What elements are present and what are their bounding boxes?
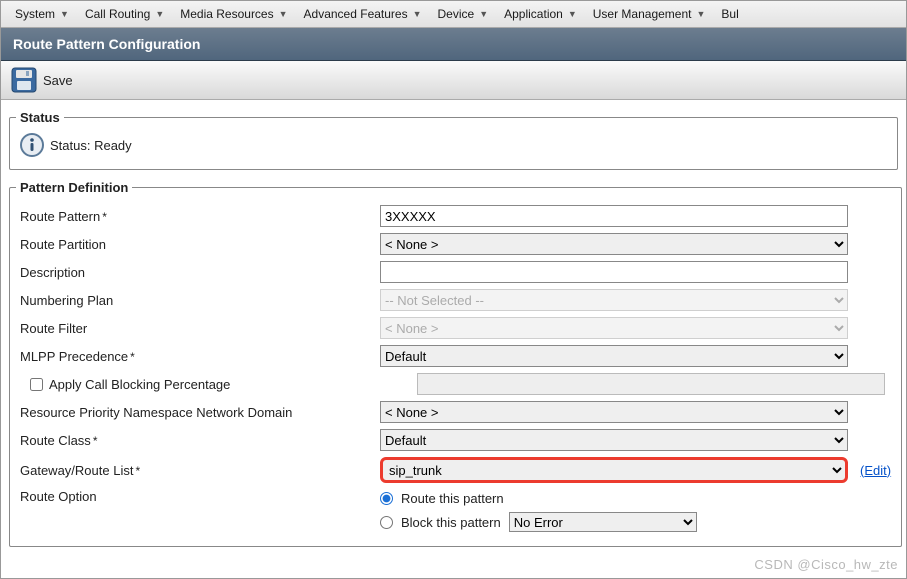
menu-user-management[interactable]: User Management▼ [585,7,714,21]
status-legend: Status [16,110,64,125]
label-description: Description [20,265,380,280]
label-numbering-plan: Numbering Plan [20,293,380,308]
menu-media-resources[interactable]: Media Resources▼ [172,7,295,21]
chevron-down-icon: ▼ [413,9,422,19]
label-rpnnd: Resource Priority Namespace Network Doma… [20,405,380,420]
numbering-plan-select: -- Not Selected -- [380,289,848,311]
route-pattern-input[interactable] [380,205,848,227]
chevron-down-icon: ▼ [279,9,288,19]
menu-application[interactable]: Application▼ [496,7,585,21]
chevron-down-icon: ▼ [155,9,164,19]
status-text: Status: Ready [50,138,132,153]
label-route-class: Route Class [20,433,380,448]
label-route-pattern: Route Pattern [20,209,380,224]
mlpp-precedence-select[interactable]: Default [380,345,848,367]
chevron-down-icon: ▼ [479,9,488,19]
apply-call-blocking-checkbox[interactable] [30,378,43,391]
edit-link[interactable]: Edit [864,463,886,478]
pattern-definition-legend: Pattern Definition [16,180,132,195]
menu-system[interactable]: System▼ [7,7,77,21]
page-title: Route Pattern Configuration [1,28,906,61]
block-this-pattern-option[interactable]: Block this pattern No Error [380,512,697,532]
route-filter-select: < None > [380,317,848,339]
save-label: Save [43,73,73,88]
info-icon [20,133,44,157]
menu-call-routing[interactable]: Call Routing▼ [77,7,172,21]
route-this-radio[interactable] [380,492,393,505]
label-apply-cbp: Apply Call Blocking Percentage [49,377,230,392]
label-mlpp: MLPP Precedence [20,349,380,364]
block-this-radio[interactable] [380,516,393,529]
label-route-option: Route Option [20,489,380,504]
route-partition-select[interactable]: < None > [380,233,848,255]
save-button[interactable]: Save [11,67,73,93]
watermark: CSDN @Cisco_hw_zte [754,557,898,572]
floppy-disk-icon [11,67,37,93]
chevron-down-icon: ▼ [60,9,69,19]
toolbar: Save [1,61,906,100]
call-blocking-percentage-input [417,373,885,395]
chevron-down-icon: ▼ [696,9,705,19]
description-input[interactable] [380,261,848,283]
block-this-label: Block this pattern [401,515,501,530]
label-route-partition: Route Partition [20,237,380,252]
menu-device[interactable]: Device▼ [430,7,497,21]
chevron-down-icon: ▼ [568,9,577,19]
status-fieldset: Status Status: Ready [9,110,898,170]
label-route-filter: Route Filter [20,321,380,336]
route-this-label: Route this pattern [401,491,504,506]
pattern-definition-fieldset: Pattern Definition Route Pattern Route P… [9,180,902,547]
menu-bulk-truncated[interactable]: Bul [713,7,746,21]
label-gateway-route-list: Gateway/Route List [20,463,380,478]
menubar: System▼ Call Routing▼ Media Resources▼ A… [1,1,906,28]
rpnnd-select[interactable]: < None > [380,401,848,423]
block-reason-select[interactable]: No Error [509,512,697,532]
route-this-pattern-option[interactable]: Route this pattern [380,491,697,506]
route-class-select[interactable]: Default [380,429,848,451]
gateway-route-list-select[interactable]: sip_trunk [380,457,848,483]
menu-advanced-features[interactable]: Advanced Features▼ [296,7,430,21]
